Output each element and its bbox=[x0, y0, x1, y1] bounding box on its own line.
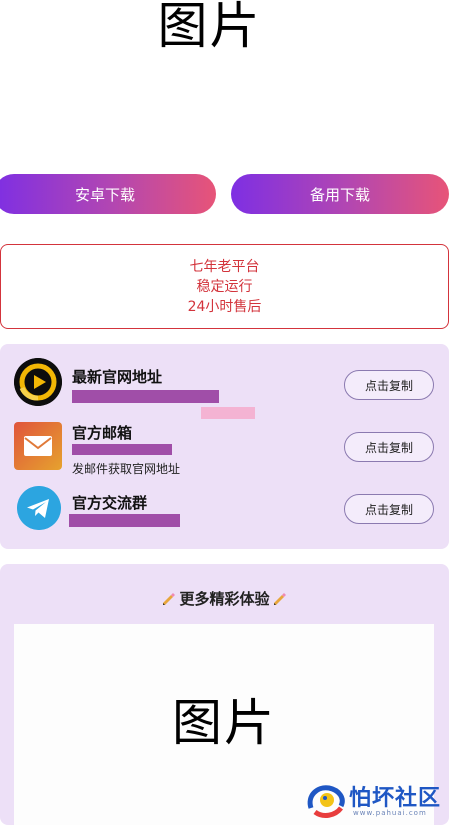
top-image-placeholder: 图片 bbox=[0, 0, 449, 60]
telegram-icon bbox=[17, 486, 61, 530]
redacted-website-extra bbox=[201, 407, 255, 419]
more-image-placeholder-text: 图片 bbox=[172, 693, 276, 752]
copy-email-button[interactable]: 点击复制 bbox=[344, 432, 434, 462]
mail-icon bbox=[14, 422, 62, 470]
android-download-button[interactable]: 安卓下载 bbox=[0, 174, 216, 214]
android-download-label: 安卓下载 bbox=[74, 185, 135, 204]
link-title-group: 官方交流群 bbox=[72, 494, 148, 512]
official-links-card: 最新官网地址 点击复制 官方邮箱 发邮件获取官网地址 点击复制 官方交流群 点击… bbox=[0, 344, 449, 549]
pencil-icon bbox=[273, 592, 286, 605]
site-watermark: 怕坏社区 www.pahuai.com bbox=[305, 778, 445, 822]
pencil-icon bbox=[163, 592, 176, 605]
copy-email-label: 点击复制 bbox=[364, 440, 413, 455]
play-logo-icon bbox=[14, 358, 62, 406]
redacted-email-address bbox=[72, 444, 172, 455]
copy-website-label: 点击复制 bbox=[364, 378, 413, 393]
copy-group-button[interactable]: 点击复制 bbox=[344, 494, 434, 524]
info-line-years: 七年老平台 bbox=[189, 258, 260, 275]
copy-website-button[interactable]: 点击复制 bbox=[344, 370, 434, 400]
more-experience-heading: 更多精彩体验 bbox=[0, 588, 449, 609]
email-note: 发邮件获取官网地址 bbox=[72, 462, 181, 476]
top-image-placeholder-text: 图片 bbox=[157, 0, 262, 55]
link-row-website: 最新官网地址 点击复制 bbox=[0, 358, 449, 419]
redacted-website-url bbox=[72, 390, 219, 403]
watermark-text: 怕坏社区 bbox=[349, 785, 442, 811]
redacted-group-id bbox=[69, 514, 180, 527]
info-line-support: 24小时售后 bbox=[187, 298, 262, 315]
info-line-stable: 稳定运行 bbox=[196, 278, 253, 295]
backup-download-label: 备用下载 bbox=[309, 185, 370, 204]
link-row-group: 官方交流群 点击复制 bbox=[0, 486, 449, 538]
watermark-logo-icon bbox=[307, 785, 345, 818]
watermark-url: www.pahuai.com bbox=[353, 809, 427, 817]
more-experience-title: 更多精彩体验 bbox=[179, 590, 270, 608]
platform-info-box: 七年老平台 稳定运行 24小时售后 bbox=[0, 244, 449, 329]
backup-download-button[interactable]: 备用下载 bbox=[231, 174, 449, 214]
link-title-website: 最新官网地址 bbox=[72, 368, 163, 386]
link-title-email: 官方邮箱 bbox=[72, 424, 133, 442]
link-row-email: 官方邮箱 发邮件获取官网地址 点击复制 bbox=[0, 422, 449, 482]
copy-group-label: 点击复制 bbox=[364, 502, 413, 517]
